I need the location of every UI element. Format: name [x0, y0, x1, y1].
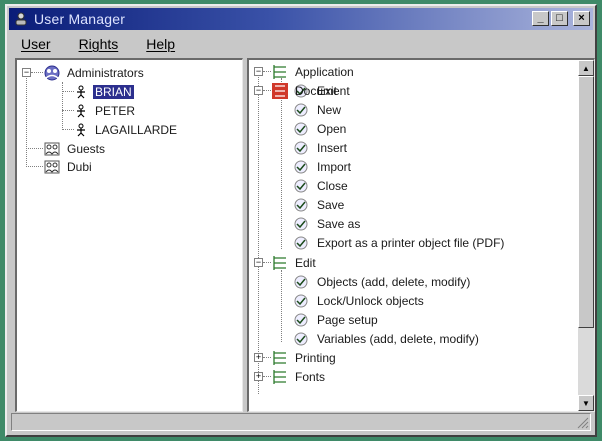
category-icon: [271, 369, 289, 385]
check-icon: [293, 274, 309, 290]
rights-item-save[interactable]: Save: [293, 195, 346, 214]
category-icon: [271, 255, 289, 271]
menu-user[interactable]: User: [13, 34, 59, 54]
rights-item-objects[interactable]: Objects (add, delete, modify): [293, 272, 472, 291]
document-collapse-toggle[interactable]: −: [254, 86, 263, 95]
check-icon: [293, 235, 309, 251]
administrators-collapse-toggle[interactable]: −: [22, 68, 31, 77]
check-icon: [293, 293, 309, 309]
check-icon: [293, 178, 309, 194]
user-manager-icon: [14, 12, 28, 26]
check-icon: [293, 331, 309, 347]
scroll-thumb[interactable]: [578, 76, 594, 328]
rights-item-page-setup[interactable]: Page setup: [293, 310, 380, 329]
rights-item-label: Close: [317, 178, 348, 193]
rights-item-label: Save: [317, 197, 345, 212]
check-icon: [293, 140, 309, 156]
rights-item-export-pdf[interactable]: Export as a printer object file (PDF): [293, 233, 506, 252]
tree-item-user-brian[interactable]: BRIAN: [75, 82, 134, 101]
scroll-down-button[interactable]: ▼: [578, 395, 594, 411]
category-label: Printing: [295, 350, 336, 365]
minimize-button[interactable]: _: [532, 11, 549, 26]
category-label: Edit: [295, 255, 316, 270]
category-icon: [271, 350, 289, 366]
tree-item-guests[interactable]: Guests: [43, 139, 107, 158]
user-icon: [75, 84, 87, 100]
rights-item-save-as[interactable]: Save as: [293, 214, 362, 233]
rights-item-variables[interactable]: Variables (add, delete, modify): [293, 329, 481, 348]
menu-bar: User Rights Help: [13, 34, 195, 54]
group-icon: [43, 159, 61, 175]
rights-item-label: Export as a printer object file (PDF): [317, 235, 505, 250]
tree-item-administrators[interactable]: Administrators: [43, 63, 146, 82]
rights-item-open[interactable]: Open: [293, 119, 348, 138]
check-icon: [293, 312, 309, 328]
scroll-up-button[interactable]: ▲: [578, 60, 594, 76]
rights-item-label: Objects (add, delete, modify): [317, 274, 471, 289]
rights-vertical-scrollbar[interactable]: ▲ ▼: [578, 60, 594, 411]
fonts-expand-toggle[interactable]: +: [254, 372, 263, 381]
rights-item-new[interactable]: New: [293, 100, 343, 119]
check-icon: [293, 216, 309, 232]
rights-item-close[interactable]: Close: [293, 176, 350, 195]
user-manager-window: User Manager _ □ × User Rights Help − Ad…: [5, 4, 597, 437]
group-label: Guests: [67, 141, 106, 156]
user-label: LAGAILLARDE: [95, 122, 178, 137]
user-label: PETER: [95, 103, 136, 118]
tree-item-user-peter[interactable]: PETER: [75, 101, 137, 120]
check-icon: [293, 197, 309, 213]
check-icon: [293, 102, 309, 118]
tree-item-user-lagaillarde[interactable]: LAGAILLARDE: [75, 120, 179, 139]
menu-help[interactable]: Help: [138, 34, 183, 54]
window-title: User Manager: [34, 11, 126, 27]
user-icon: [75, 122, 87, 138]
check-icon: [293, 159, 309, 175]
rights-item-label: Save as: [317, 216, 361, 231]
rights-item-label: Import: [317, 159, 352, 174]
check-icon: [293, 121, 309, 137]
rights-item-label: Variables (add, delete, modify): [317, 331, 479, 346]
users-tree-pane[interactable]: − Administrators BRIAN PETER LAGAILLARDE…: [15, 58, 243, 412]
close-button[interactable]: ×: [573, 11, 590, 26]
administrators-group-icon: [43, 65, 61, 81]
category-label: Application: [295, 64, 354, 79]
rights-item-label: Page setup: [317, 312, 378, 327]
rights-category-fonts[interactable]: Fonts: [271, 367, 327, 386]
edit-collapse-toggle[interactable]: −: [254, 258, 263, 267]
rights-category-application[interactable]: Application: [271, 62, 356, 81]
user-label: BRIAN: [93, 84, 134, 99]
tree-item-dubi[interactable]: Dubi: [43, 157, 94, 176]
group-label: Administrators: [67, 65, 144, 80]
category-label: Document: [295, 83, 350, 98]
category-icon: [271, 64, 289, 80]
maximize-button[interactable]: □: [551, 11, 568, 26]
menu-rights[interactable]: Rights: [71, 34, 127, 54]
rights-item-label: Insert: [317, 140, 348, 155]
status-bar: [11, 413, 591, 431]
printing-expand-toggle[interactable]: +: [254, 353, 263, 362]
rights-category-printing[interactable]: Printing: [271, 348, 338, 367]
rights-item-insert[interactable]: Insert: [293, 138, 349, 157]
rights-item-label: New: [317, 102, 342, 117]
group-label: Dubi: [67, 159, 92, 174]
rights-item-lock-unlock[interactable]: Lock/Unlock objects: [293, 291, 426, 310]
rights-category-document[interactable]: Document: [271, 81, 352, 100]
resize-grip-icon[interactable]: [577, 417, 589, 429]
rights-item-label: Lock/Unlock objects: [317, 293, 424, 308]
application-collapse-toggle[interactable]: −: [254, 67, 263, 76]
title-bar[interactable]: User Manager _ □ ×: [9, 8, 593, 30]
rights-item-label: Open: [317, 121, 347, 136]
category-label: Fonts: [295, 369, 326, 384]
user-icon: [75, 103, 87, 119]
group-icon: [43, 141, 61, 157]
rights-category-edit[interactable]: Edit: [271, 253, 318, 272]
document-category-icon: [271, 82, 289, 99]
rights-tree-pane[interactable]: − − − + + Application Exit Document New …: [247, 58, 595, 412]
rights-item-import[interactable]: Import: [293, 157, 353, 176]
